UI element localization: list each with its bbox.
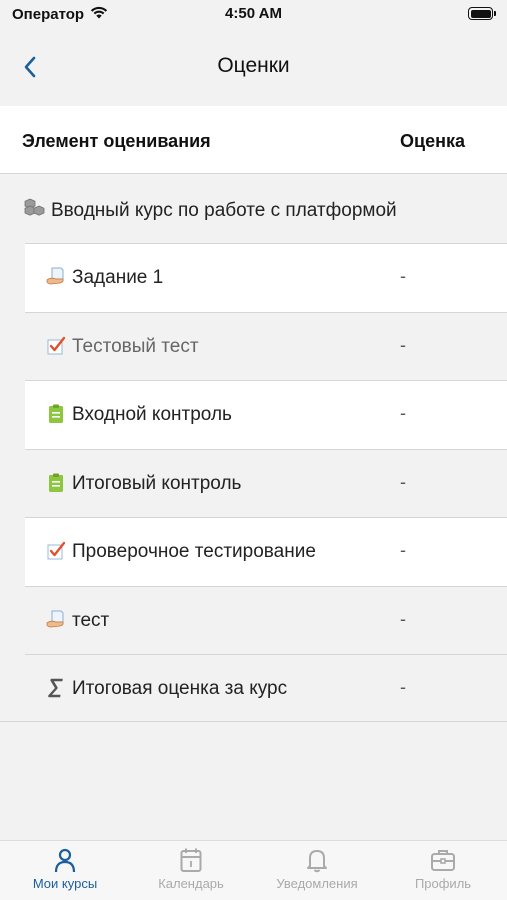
grade-items-list: Задание 1 - Тестовый тест - Входной конт…: [25, 243, 507, 723]
tab-calendar[interactable]: Календарь: [128, 841, 254, 900]
grade-item-label: Итоговая оценка за курс: [72, 678, 288, 699]
grade-row[interactable]: Тестовый тест -: [25, 311, 507, 380]
status-time: 4:50 AM: [225, 5, 282, 22]
tab-bar: Мои курсы Календарь Уведомления Профиль: [0, 840, 507, 900]
quiz-icon: [46, 335, 66, 357]
category-icon: [24, 198, 46, 216]
grade-row[interactable]: тест -: [25, 585, 507, 654]
tab-profile[interactable]: Профиль: [380, 841, 506, 900]
grades-table-header: Элемент оценивания Оценка: [0, 106, 507, 174]
assignment-icon: [46, 609, 66, 631]
grade-row[interactable]: Итоговый контроль -: [25, 448, 507, 517]
tab-label: Уведомления: [276, 876, 358, 891]
grade-value: -: [400, 334, 406, 355]
category-label: Вводный курс по работе с платформой: [51, 200, 397, 221]
tab-my-courses[interactable]: Мои курсы: [2, 841, 128, 900]
grade-row-course-total[interactable]: Итоговая оценка за курс -: [25, 654, 507, 723]
grade-item-label: Проверочное тестирование: [72, 541, 316, 562]
tab-label: Календарь: [158, 876, 224, 891]
bell-icon: [307, 850, 327, 873]
page-title: Оценки: [217, 54, 290, 77]
column-header-item: Элемент оценивания: [22, 131, 211, 151]
grade-item-label: Входной контроль: [72, 404, 232, 425]
grade-value: -: [400, 540, 406, 560]
grade-item-label: Итоговый контроль: [72, 472, 242, 494]
sigma-icon: [46, 677, 66, 699]
grade-value: -: [400, 471, 406, 492]
status-bar: Оператор 4:50 AM: [0, 0, 507, 30]
grade-row[interactable]: Проверочное тестирование -: [25, 517, 507, 586]
grade-row[interactable]: Входной контроль -: [25, 380, 507, 449]
column-header-grade: Оценка: [400, 131, 465, 151]
grade-value: -: [400, 403, 406, 423]
user-icon: [54, 848, 76, 873]
assignment-icon: [46, 266, 66, 288]
tab-label: Профиль: [414, 876, 472, 891]
grade-item-label: Тестовый тест: [72, 335, 199, 357]
tab-label: Мои курсы: [32, 876, 98, 891]
grade-value: -: [400, 608, 406, 629]
grade-value: -: [400, 677, 406, 697]
category-row: Вводный курс по работе с платформой: [0, 175, 507, 243]
grade-item-label: Задание 1: [72, 267, 164, 288]
list-divider: [0, 721, 507, 722]
quiz-icon: [46, 540, 66, 562]
grade-item-label: тест: [72, 609, 110, 631]
battery-icon: [468, 7, 496, 20]
grade-row[interactable]: Задание 1 -: [25, 243, 507, 312]
tab-notifications[interactable]: Уведомления: [254, 841, 380, 900]
grade-value: -: [400, 266, 406, 286]
clipboard-icon: [46, 472, 66, 494]
calendar-icon: [180, 848, 202, 872]
briefcase-icon: [431, 850, 455, 871]
clipboard-icon: [46, 403, 66, 425]
nav-bar: Оценки: [0, 30, 507, 106]
